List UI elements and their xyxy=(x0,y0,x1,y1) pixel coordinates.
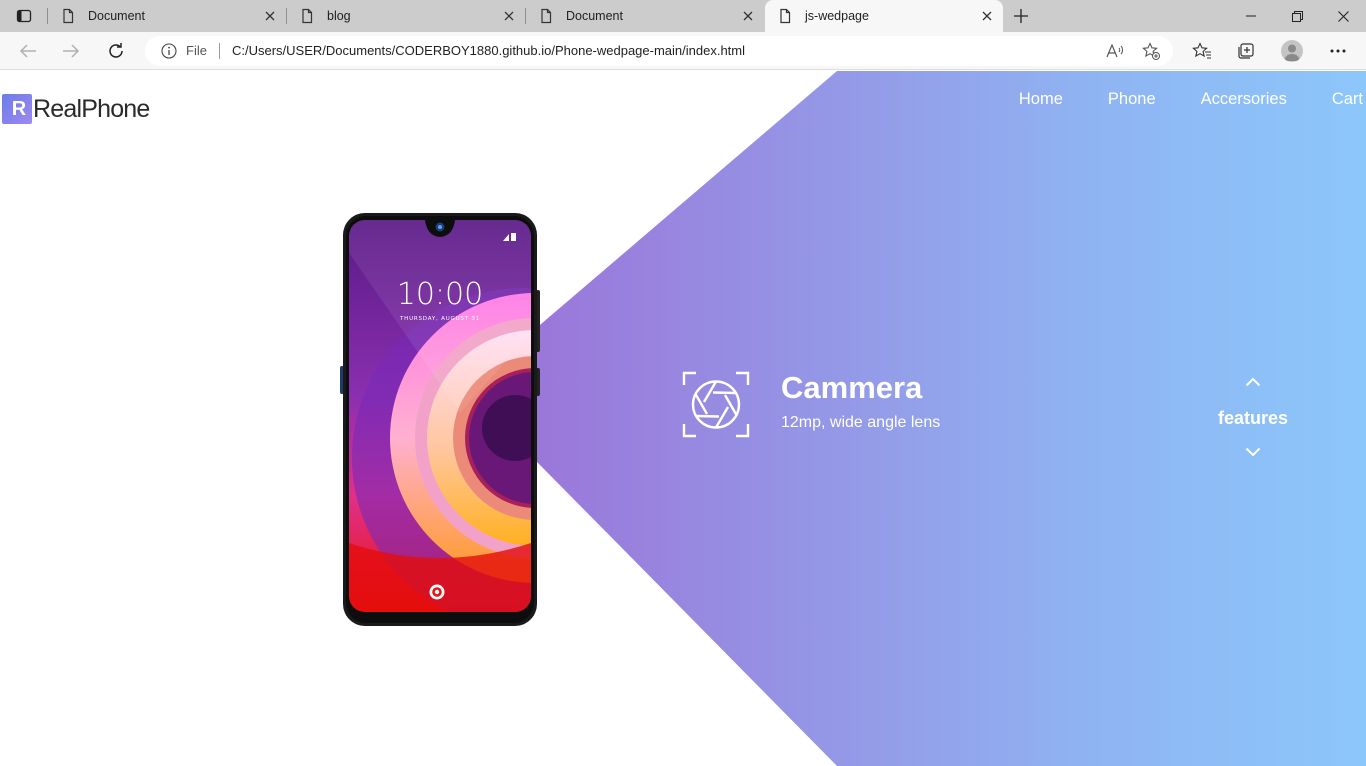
info-icon[interactable] xyxy=(161,43,177,59)
chevron-up-icon[interactable] xyxy=(1243,375,1263,389)
tab-4-active[interactable]: js-wedpage xyxy=(765,0,1003,32)
document-icon xyxy=(63,8,74,24)
add-favorite-icon[interactable] xyxy=(1140,40,1162,62)
minimize-icon[interactable] xyxy=(1228,0,1274,32)
close-icon[interactable] xyxy=(501,8,517,24)
site-nav: Home Phone Accersories Cart xyxy=(1019,90,1366,109)
collections-icon[interactable] xyxy=(1234,39,1258,63)
url-divider xyxy=(219,43,220,59)
read-aloud-icon[interactable] xyxy=(1104,40,1126,62)
feature-description: 12mp, wide angle lens xyxy=(781,414,941,431)
close-icon[interactable] xyxy=(740,8,756,24)
restore-icon[interactable] xyxy=(1274,0,1320,32)
camera-shutter-icon xyxy=(682,371,750,438)
close-icon[interactable] xyxy=(979,8,995,24)
tab-title: Document xyxy=(566,9,623,23)
tab-title: Document xyxy=(88,9,145,23)
nav-home[interactable]: Home xyxy=(1019,90,1063,109)
document-icon xyxy=(302,8,313,24)
nav-accessories[interactable]: Accersories xyxy=(1201,90,1287,109)
features-navigator: features xyxy=(1203,371,1303,466)
logo-text: RealPhone xyxy=(33,94,150,123)
chevron-down-icon[interactable] xyxy=(1243,445,1263,459)
phone-date: THURSDAY, AUGUST 31 xyxy=(399,316,480,322)
nav-phone[interactable]: Phone xyxy=(1108,90,1156,109)
back-arrow-icon[interactable] xyxy=(13,36,43,66)
address-bar-row: File C:/Users/USER/Documents/CODERBOY188… xyxy=(0,32,1366,70)
plus-icon[interactable] xyxy=(1010,5,1032,27)
tab-3[interactable]: Document xyxy=(526,0,764,32)
features-label: features xyxy=(1217,408,1289,428)
tab-title: js-wedpage xyxy=(805,9,869,23)
feature-title: Cammera xyxy=(781,370,923,405)
url-text[interactable]: C:/Users/USER/Documents/CODERBOY1880.git… xyxy=(232,43,745,58)
web-page: R RealPhone Home Phone Accersories Cart xyxy=(0,71,1366,766)
profile-icon[interactable] xyxy=(1281,40,1303,62)
phone-clock: 10:00 xyxy=(397,277,483,312)
tab-actions-icon[interactable] xyxy=(9,5,39,27)
refresh-icon[interactable] xyxy=(101,36,131,66)
site-logo[interactable]: R RealPhone xyxy=(2,93,150,125)
url-input[interactable]: File C:/Users/USER/Documents/CODERBOY188… xyxy=(145,36,1173,66)
document-icon xyxy=(541,8,552,24)
tab-1[interactable]: Document xyxy=(48,0,286,32)
close-icon[interactable] xyxy=(262,8,278,24)
forward-arrow-icon[interactable] xyxy=(56,36,86,66)
favorites-icon[interactable] xyxy=(1190,39,1214,63)
tab-bar: Document blog Document js-wedpage xyxy=(0,0,1366,32)
phone-image: 10:00 THURSDAY, AUGUST 31 xyxy=(340,213,540,626)
nav-cart[interactable]: Cart xyxy=(1332,90,1363,109)
close-window-icon[interactable] xyxy=(1320,0,1366,32)
url-scheme: File xyxy=(186,43,207,58)
logo-mark: R xyxy=(2,94,32,124)
document-icon xyxy=(780,8,791,24)
tab-2[interactable]: blog xyxy=(287,0,525,32)
more-icon[interactable] xyxy=(1326,39,1350,63)
tab-title: blog xyxy=(327,9,351,23)
